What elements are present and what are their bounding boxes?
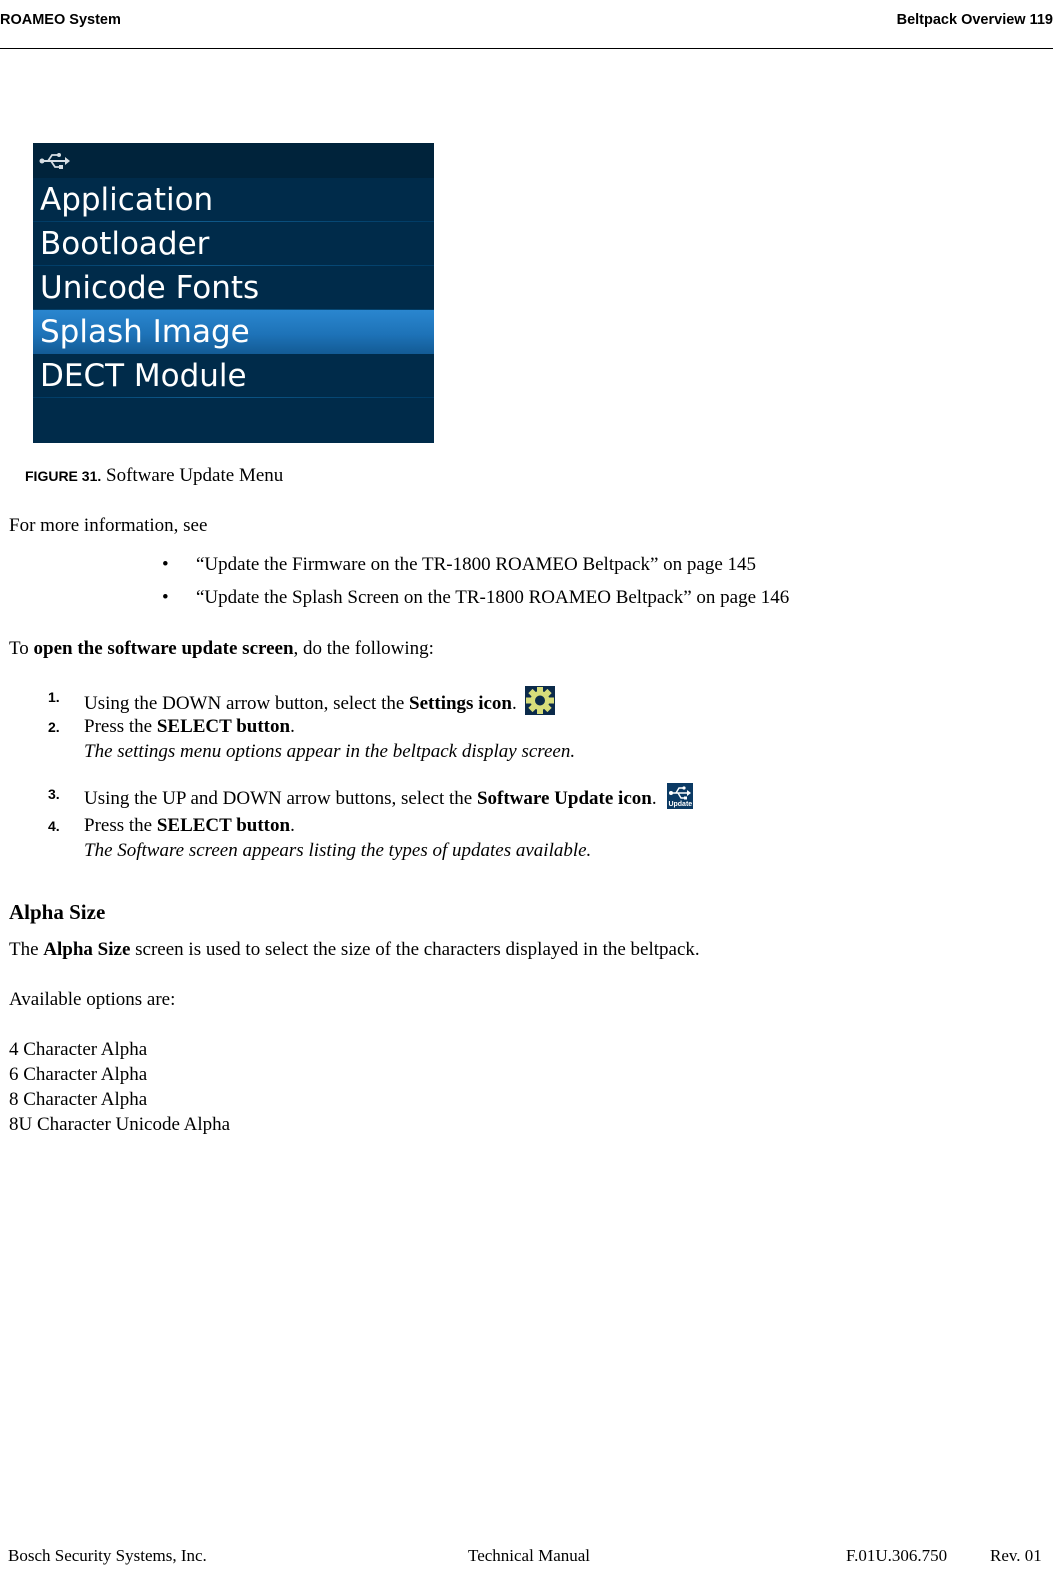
bullet-dot: •	[162, 554, 169, 575]
menu-divider	[33, 397, 434, 398]
header-divider	[0, 48, 1053, 49]
alpha-option: 6 Character Alpha	[9, 1064, 148, 1085]
menu-item-application[interactable]: Application	[33, 178, 434, 222]
step-result: The settings menu options appear in the …	[84, 741, 576, 762]
step-text-post: .	[511, 693, 517, 714]
settings-icon	[525, 686, 556, 715]
step-text-post: .	[651, 788, 657, 809]
step-text: Press the SELECT button.	[84, 716, 295, 738]
menu-item-label: Bootloader	[40, 226, 210, 262]
desc-bold: Alpha Size	[43, 939, 131, 960]
step-text: Using the UP and DOWN arrow buttons, sel…	[84, 783, 694, 810]
menu-item-dect-module[interactable]: DECT Module	[33, 354, 434, 398]
section-heading-alpha-size: Alpha Size	[9, 900, 106, 924]
alpha-option: 4 Character Alpha	[9, 1039, 148, 1060]
figure-title: Software Update Menu	[106, 465, 284, 486]
screen-title-bar	[33, 143, 434, 178]
step-number: 4.	[48, 818, 60, 834]
step-text: Press the SELECT button.	[84, 815, 295, 837]
page-header: ROAMEO System Beltpack Overview 119	[0, 10, 1053, 32]
bullet-item: • “Update the Firmware on the TR-1800 ROA…	[162, 554, 756, 576]
menu-item-bootloader[interactable]: Bootloader	[33, 222, 434, 266]
menu-item-unicode-fonts[interactable]: Unicode Fonts	[33, 266, 434, 310]
header-section-page: Beltpack Overview 119	[896, 12, 1053, 28]
footer-company: Bosch Security Systems, Inc.	[8, 1546, 207, 1565]
menu-item-label: Unicode Fonts	[40, 270, 260, 306]
step-text-bold: Software Update icon	[476, 788, 652, 809]
menu-item-label: DECT Module	[40, 358, 247, 394]
figure-number: FIGURE 31.	[25, 468, 102, 484]
step-text-post: .	[290, 815, 295, 836]
bullet-dot: •	[162, 587, 169, 608]
desc-suffix: screen is used to select the size of the…	[130, 939, 700, 960]
step-text-pre: Press the	[84, 815, 157, 836]
step-result: The Software screen appears listing the …	[84, 840, 592, 861]
cross-reference-link[interactable]: “Update the Firmware on the TR-1800 ROAM…	[196, 554, 756, 575]
menu-item-splash-image[interactable]: Splash Image	[33, 310, 434, 354]
step-text-bold: SELECT button	[156, 716, 291, 737]
intro-suffix: , do the following:	[293, 638, 434, 659]
bullet-item: • “Update the Splash Screen on the TR-180…	[162, 587, 789, 609]
footer-revision: Rev. 01	[990, 1546, 1042, 1565]
more-info-text: For more information, see	[9, 515, 208, 536]
step-number: 1.	[48, 689, 60, 705]
update-icon-label: Update	[668, 801, 693, 808]
menu-item-label: Splash Image	[40, 314, 250, 350]
alpha-option: 8U Character Unicode Alpha	[9, 1114, 231, 1135]
step-number: 2.	[48, 719, 60, 735]
step-text: Using the DOWN arrow button, select the …	[84, 686, 556, 715]
cross-reference-link[interactable]: “Update the Splash Screen on the TR-1800…	[196, 587, 789, 608]
figure-caption: FIGURE 31. Software Update Menu	[25, 465, 283, 487]
step-text-bold: SELECT button	[156, 815, 291, 836]
procedure-intro: To open the software update screen, do t…	[9, 638, 434, 660]
software-update-icon: Update	[667, 783, 694, 809]
intro-prefix: To	[9, 638, 34, 659]
options-intro: Available options are:	[9, 989, 176, 1010]
usb-icon	[39, 153, 70, 169]
intro-bold: open the software update screen	[33, 638, 294, 659]
step-text-post: .	[290, 716, 295, 737]
footer-doc-number: F.01U.306.750	[846, 1546, 948, 1565]
step-number: 3.	[48, 786, 60, 802]
step-text-bold: Settings icon	[409, 693, 512, 714]
step-text-pre: Using the UP and DOWN arrow buttons, sel…	[84, 788, 477, 809]
menu-item-label: Application	[40, 182, 214, 218]
alpha-size-description: The Alpha Size screen is used to select …	[9, 939, 700, 961]
alpha-option: 8 Character Alpha	[9, 1089, 148, 1110]
footer-doc-type: Technical Manual	[468, 1546, 591, 1565]
step-text-pre: Using the DOWN arrow button, select the	[84, 693, 410, 714]
header-title: ROAMEO System	[0, 12, 121, 28]
software-update-screen: Application Bootloader Unicode Fonts Spl…	[33, 143, 434, 443]
step-text-pre: Press the	[84, 716, 157, 737]
desc-prefix: The	[9, 939, 44, 960]
